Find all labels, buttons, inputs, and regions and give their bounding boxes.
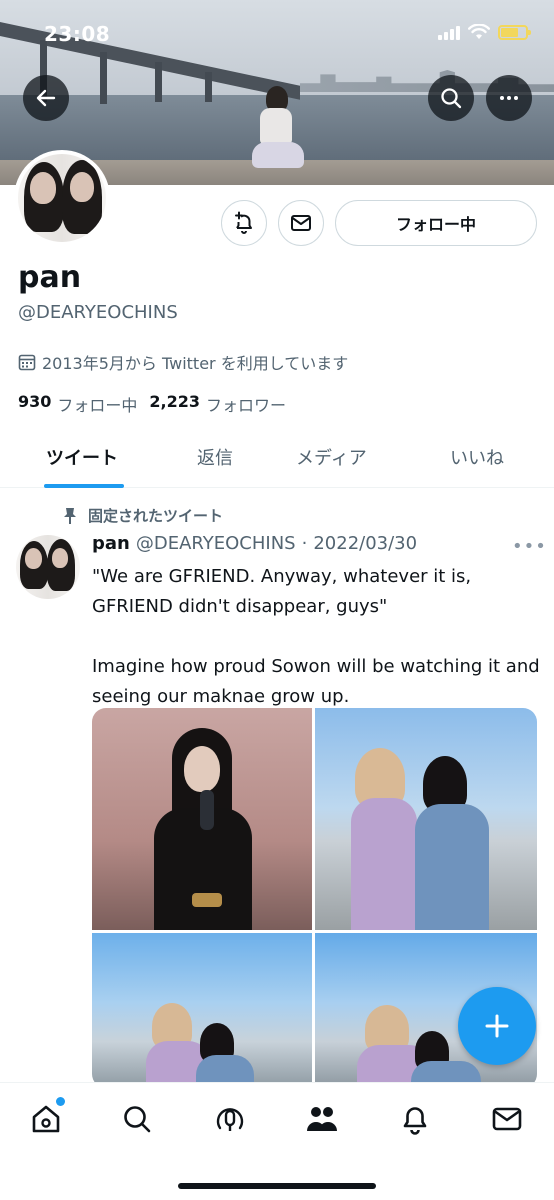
search-button[interactable] (428, 75, 474, 121)
mail-icon (291, 215, 311, 231)
status-time: 23:08 (44, 22, 111, 46)
tab-tweets[interactable]: ツイート (46, 444, 118, 470)
more-options-button[interactable] (486, 75, 532, 121)
tweet-author-avatar[interactable] (16, 535, 80, 599)
tweet-more-button[interactable]: ••• (512, 536, 547, 557)
tab-likes[interactable]: いいね (450, 444, 504, 470)
bell-plus-icon (235, 211, 252, 234)
arrow-left-icon (36, 89, 56, 107)
tweet-text: "We are GFRIEND. Anyway, whatever it is,… (92, 566, 540, 707)
nav-spaces[interactable] (210, 1099, 250, 1139)
profile-handle: @DEARYEOCHINS (18, 302, 178, 323)
spaces-icon (216, 1108, 244, 1131)
notifications-toggle-button[interactable] (221, 200, 267, 246)
followers-stat[interactable]: 2,223 フォロワー (149, 392, 286, 416)
avatar-image (18, 154, 106, 242)
battery-charging-icon (498, 24, 531, 40)
nav-notifications[interactable] (395, 1099, 435, 1139)
more-horizontal-icon (500, 96, 518, 100)
nav-messages[interactable] (487, 1099, 527, 1139)
status-icons (438, 24, 531, 40)
communities-icon (307, 1107, 337, 1131)
tab-replies[interactable]: 返信 (197, 444, 233, 470)
profile-avatar[interactable] (14, 150, 110, 246)
following-stat[interactable]: 930 フォロー中 (18, 392, 137, 416)
following-button[interactable]: フォロー中 (335, 200, 537, 246)
cellular-signal-icon (438, 24, 460, 40)
back-button[interactable] (23, 75, 69, 121)
home-icon (32, 1105, 60, 1133)
tweet-date[interactable]: 2022/03/30 (313, 533, 417, 554)
active-tab-indicator (44, 484, 124, 488)
bridge-pillar (205, 72, 212, 102)
profile-tabs: ツイート 返信 メディア いいね (0, 430, 554, 488)
banner-person (252, 86, 304, 170)
bell-icon (403, 1107, 427, 1135)
nav-home[interactable] (26, 1097, 66, 1139)
tab-media[interactable]: メディア (296, 444, 367, 470)
direct-message-button[interactable] (278, 200, 324, 246)
following-count: 930 (18, 392, 52, 411)
pin-icon (64, 507, 76, 524)
search-icon (441, 88, 462, 109)
tweet-photo-3[interactable] (92, 933, 312, 1088)
plus-icon (485, 1014, 509, 1038)
followers-count: 2,223 (149, 392, 201, 411)
follow-stats: 930 フォロー中 2,223 フォロワー (18, 392, 286, 416)
avatar-image (16, 535, 80, 599)
joined-date: 2013年5月から Twitter を利用しています (18, 350, 348, 374)
joined-text: 2013年5月から Twitter を利用しています (42, 354, 349, 373)
home-indicator[interactable] (178, 1183, 376, 1189)
pinned-text: 固定されたツイート (88, 507, 224, 525)
display-name: pan (18, 260, 82, 295)
status-bar: 23:08 (0, 0, 554, 70)
pinned-tweet-label: 固定されたツイート (62, 505, 223, 526)
mail-icon (492, 1107, 522, 1131)
calendar-icon (18, 354, 36, 371)
following-label: フォロー中 (57, 396, 138, 415)
new-content-dot (56, 1097, 65, 1106)
wifi-icon (468, 24, 490, 39)
meta-separator: · (301, 533, 308, 554)
compose-tweet-button[interactable] (458, 987, 536, 1065)
tweet-author-name[interactable]: pan (92, 533, 130, 554)
nav-communities[interactable] (302, 1099, 342, 1139)
followers-label: フォロワー (206, 396, 287, 415)
tweet-photo-1[interactable] (92, 708, 312, 930)
tweet-header: pan @DEARYEOCHINS · 2022/03/30 (92, 533, 417, 554)
search-icon (124, 1106, 151, 1133)
nav-search[interactable] (117, 1099, 157, 1139)
tweet-author-handle[interactable]: @DEARYEOCHINS (136, 533, 296, 554)
tweet-photo-2[interactable] (315, 708, 537, 930)
